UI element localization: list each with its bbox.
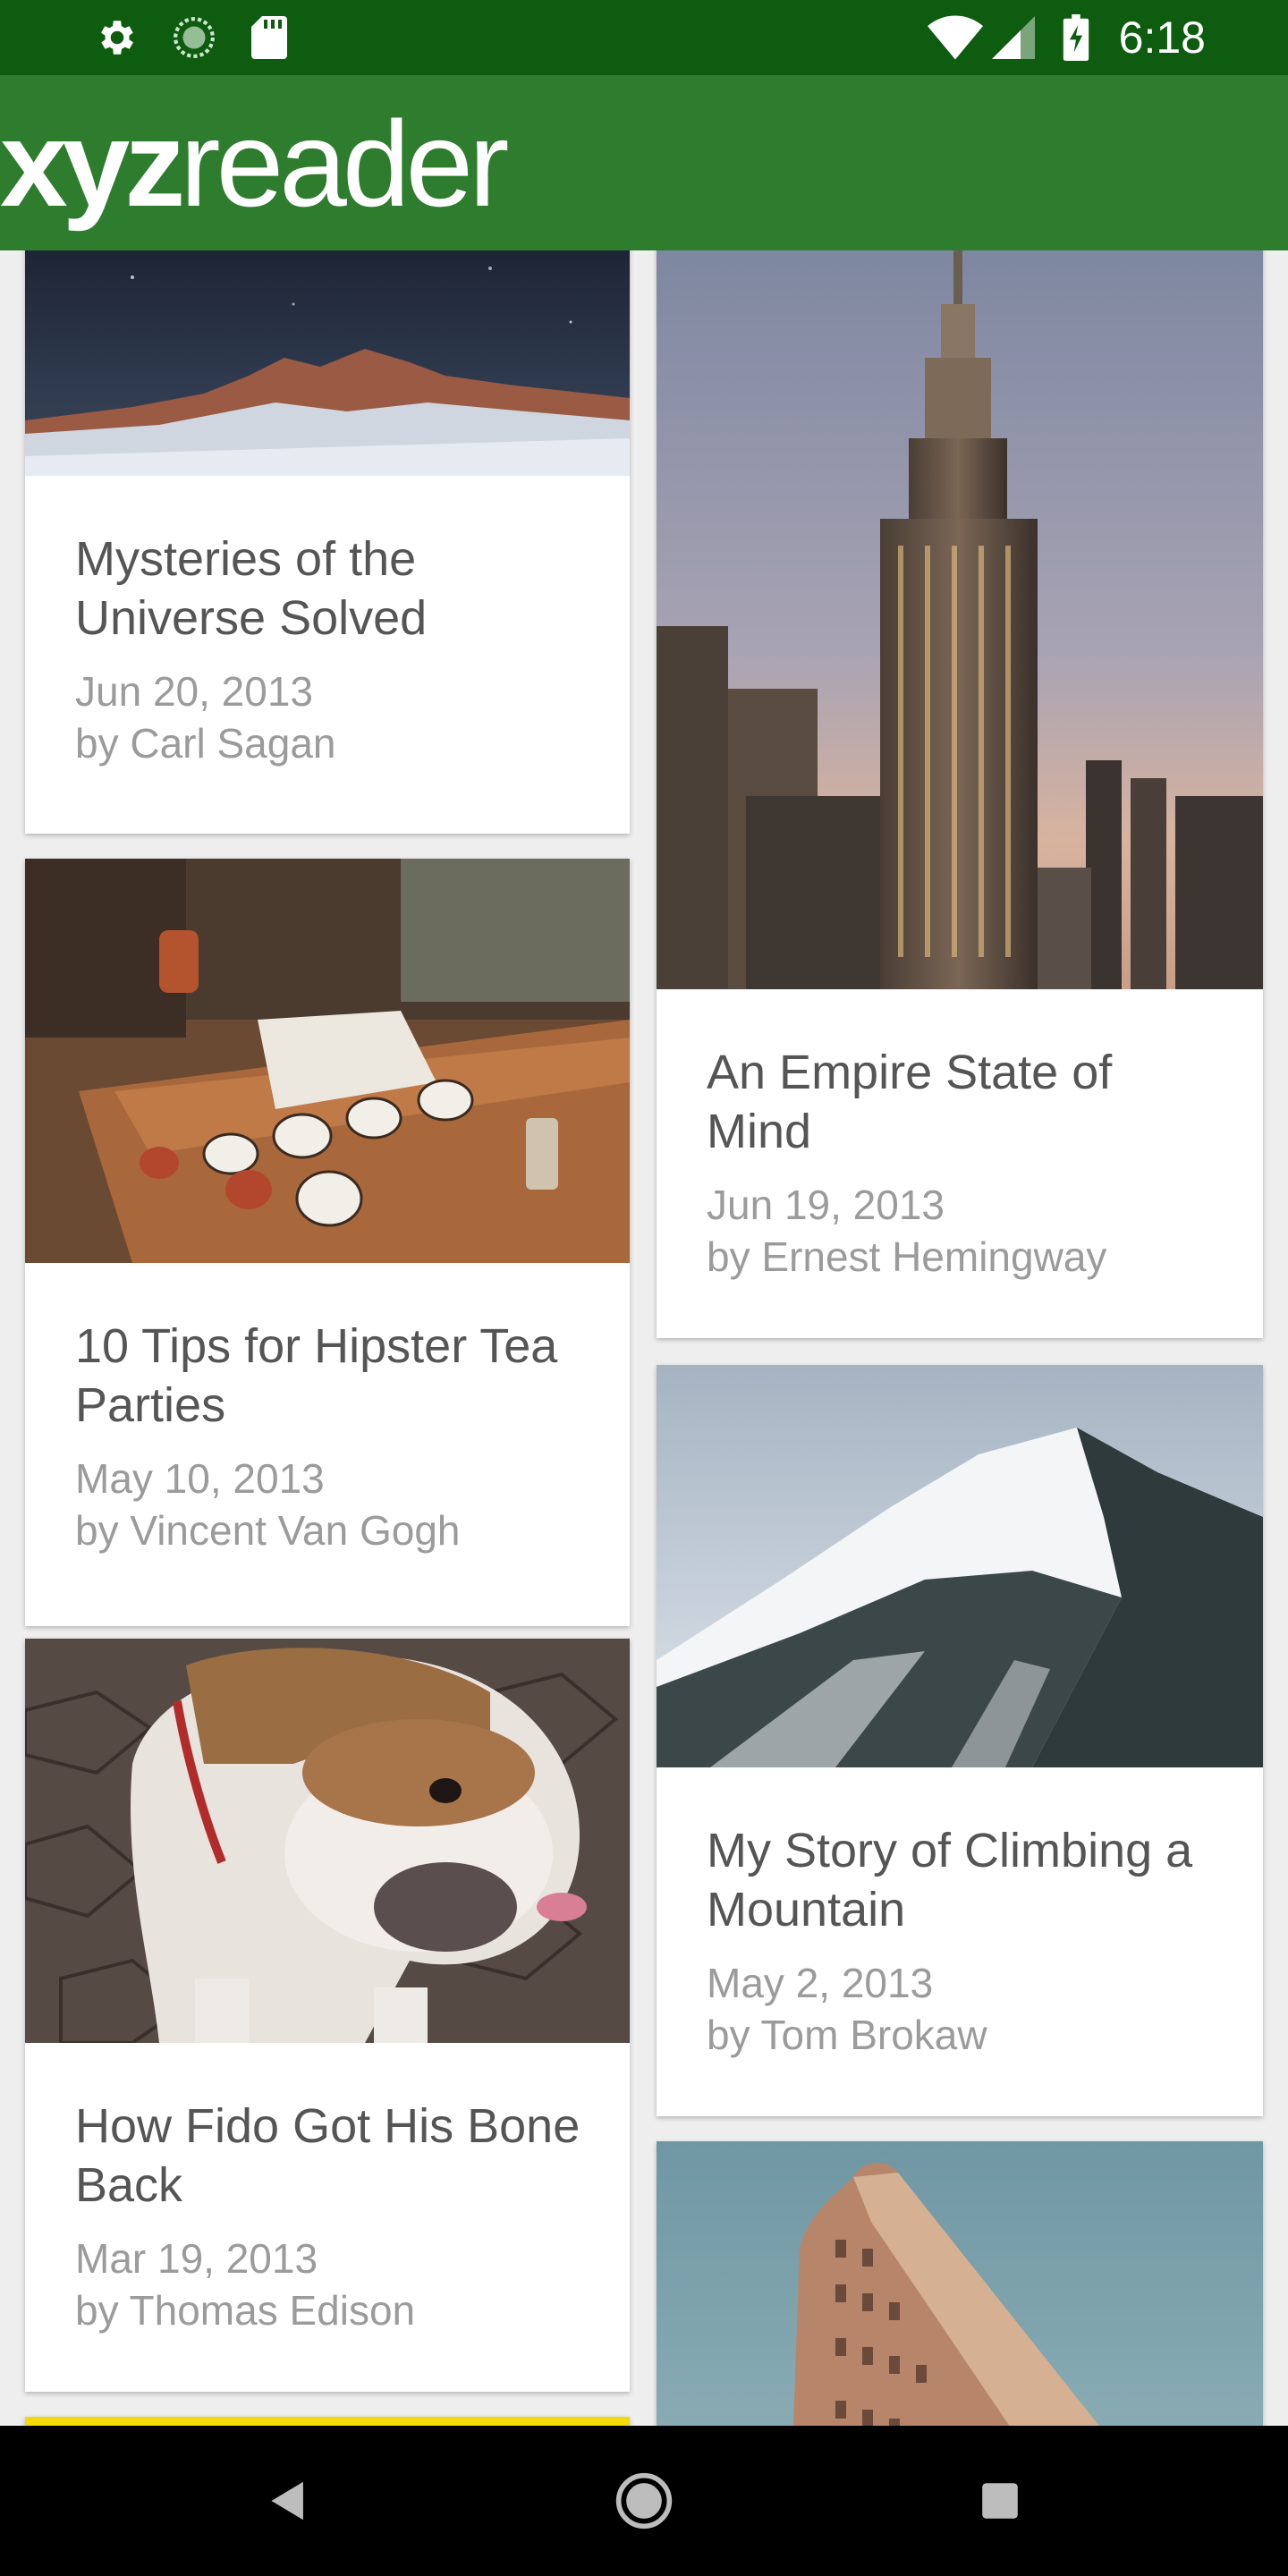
article-image [25,1639,630,2043]
article-author: by Ernest Hemingway [707,1233,1107,1280]
status-bar: 6:18 [0,0,1288,75]
article-title: An Empire State of Mind [707,1046,1113,1158]
sync-icon [170,0,218,75]
article-date: May 2, 2013 [707,1960,934,2006]
article-author: by Tom Brokaw [707,2012,987,2058]
article-card[interactable]: 10 Tips for Hipster Tea Parties May 10, … [25,859,630,1626]
article-image [25,250,630,476]
article-image [657,1365,1263,1767]
article-card[interactable] [657,2141,1263,2426]
article-author: by Thomas Edison [75,2287,416,2334]
app-bar: xyzreader [0,75,1288,250]
app-logo: xyzreader [0,96,509,232]
article-card[interactable]: An Empire State of Mind Jun 19, 2013 by … [657,250,1263,1338]
article-date: Mar 19, 2013 [75,2235,318,2282]
home-icon[interactable] [569,2426,719,2576]
article-card[interactable]: My Story of Climbing a Mountain May 2, 2… [657,1365,1263,2116]
article-date: Jun 19, 2013 [707,1182,945,1228]
article-date: Jun 20, 2013 [75,668,314,715]
status-time: 6:18 [1118,13,1206,63]
sd-card-icon [249,0,290,75]
wifi-icon [927,0,984,75]
article-image [657,250,1263,989]
back-icon[interactable] [211,2426,361,2576]
article-card[interactable]: How Fido Got His Bone Back Mar 19, 2013 … [25,1639,630,2392]
battery-charging-icon [1061,0,1091,75]
article-title: How Fido Got His Bone Back [75,2099,580,2212]
article-image [25,859,630,1263]
navigation-bar [0,2426,1288,2576]
article-title: My Story of Climbing a Mountain [707,1824,1193,1936]
article-image [657,2141,1263,2426]
article-title: 10 Tips for Hipster Tea Parties [75,1319,558,1432]
article-author: by Carl Sagan [75,720,336,767]
article-grid[interactable]: Mysteries of the Universe Solved Jun 20,… [0,250,1288,2426]
cellular-signal-icon [991,0,1036,75]
article-title: Mysteries of the Universe Solved [75,532,428,645]
article-date: May 10, 2013 [75,1455,325,1502]
logo-regular: reader [180,96,509,232]
article-card[interactable] [25,2417,630,2426]
article-card[interactable]: Mysteries of the Universe Solved Jun 20,… [25,250,630,834]
article-author: by Vincent Van Gogh [75,1507,461,1554]
gear-icon [93,0,141,75]
article-image [25,2417,630,2426]
recents-icon[interactable] [925,2426,1075,2576]
logo-bold: xyz [0,96,185,232]
